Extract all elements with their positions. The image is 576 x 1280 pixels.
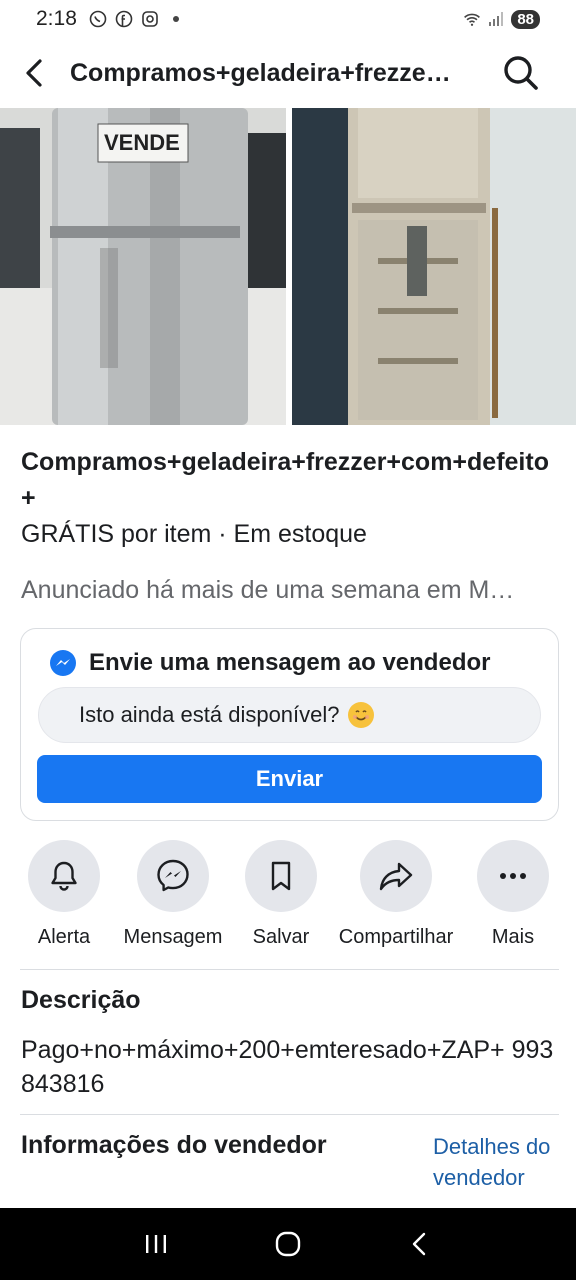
messenger-icon [157,859,189,892]
listing-photo-1[interactable]: VENDE [0,108,286,425]
message-card-title: Envie uma mensagem ao vendedor [89,649,491,676]
system-nav-bar [0,1208,576,1280]
share-icon [379,862,413,891]
home-button[interactable] [258,1214,318,1274]
seller-info-title: Informações do vendedor [21,1131,327,1159]
status-right: 88 [463,9,540,29]
fridge-photo-image: VENDE [0,108,286,425]
whatsapp-icon [89,10,107,28]
share-label: Compartilhar [338,926,454,948]
smile-emoji-icon [347,702,374,728]
message-card-header: Envie uma mensagem ao vendedor [49,649,490,677]
more-icon [500,873,526,879]
save-action[interactable]: Salvar [221,840,341,949]
battery-indicator: 88 [511,9,540,29]
back-arrow-icon [26,59,42,87]
system-back-button[interactable] [390,1214,450,1274]
posted-location[interactable]: Anunciado há mais de uma semana em M… [21,576,556,605]
more-label: Mais [491,926,535,948]
divider [20,969,559,970]
description-text: Pago+no+máximo+200+emteresado+ZAP+ 99384… [21,1036,554,1098]
recent-apps-button[interactable] [126,1214,186,1274]
chevron-left-icon [412,1232,426,1256]
signal-icon [487,10,505,28]
message-seller-card: Envie uma mensagem ao vendedor Isto aind… [20,628,559,821]
alert-label: Alerta [37,926,91,948]
vende-sign: VENDE [104,130,180,155]
page-title: Compramos+geladeira+frezzer+com+defeito+ [70,58,460,87]
status-time: 2:18 [36,7,77,30]
action-row: Alerta Mensagem Salvar Compartilhar Mais [0,840,576,960]
alert-button[interactable] [28,840,100,912]
open-fridge-photo-image [292,108,576,425]
notification-dot-icon [172,16,179,22]
seller-details-link[interactable]: Detalhes do vendedor [433,1131,555,1193]
back-button[interactable] [0,40,70,106]
listing-title: Compramos+geladeira+frezzer+com+defeito+ [21,448,549,512]
share-button[interactable] [360,840,432,912]
messenger-icon [50,650,76,676]
bookmark-icon [271,861,291,891]
price-availability: GRÁTIS por item · Em estoque [21,520,367,548]
home-icon [275,1231,301,1257]
description-title: Descrição [21,986,141,1014]
message-action[interactable]: Mensagem [113,840,233,949]
photo-gallery[interactable]: VENDE [0,108,576,425]
message-input[interactable]: Isto ainda está disponível? [38,687,541,743]
message-label: Mensagem [123,926,223,948]
recent-apps-icon [146,1235,166,1253]
divider [20,1114,559,1115]
search-icon [504,56,538,90]
app-header: Compramos+geladeira+frezzer+com+defeito+ [0,40,576,106]
instagram-icon [141,10,159,28]
more-action[interactable]: Mais [453,840,573,949]
send-button[interactable]: Enviar [37,755,542,803]
message-button[interactable] [137,840,209,912]
status-bar: 2:18 88 [0,0,576,38]
more-button[interactable] [477,840,549,912]
alert-action[interactable]: Alerta [4,840,124,949]
status-left: 2:18 [36,7,179,31]
message-input-text: Isto ainda está disponível? [79,702,340,727]
search-button[interactable] [496,48,546,98]
facebook-icon [115,10,133,28]
share-action[interactable]: Compartilhar [336,840,456,949]
save-label: Salvar [252,926,310,948]
listing-photo-2[interactable] [292,108,576,425]
bell-icon [51,861,77,891]
save-button[interactable] [245,840,317,912]
wifi-icon [463,10,481,28]
